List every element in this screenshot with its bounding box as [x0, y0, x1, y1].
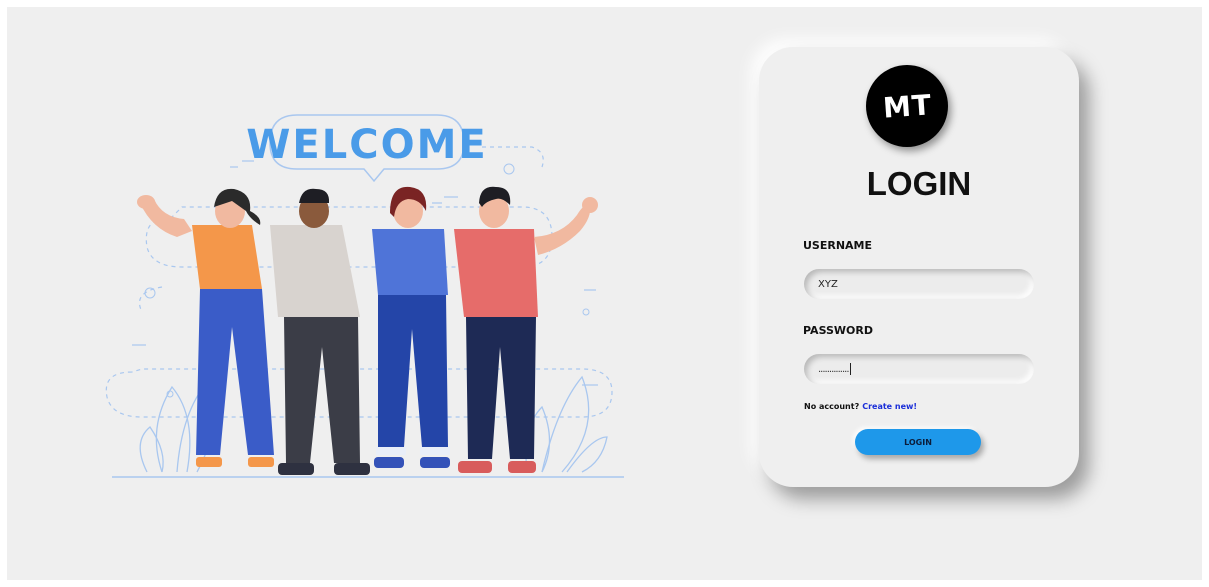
login-button[interactable]: LOGIN [855, 429, 981, 455]
login-card: MT LOGIN USERNAME XYZ PASSWORD .........… [759, 47, 1079, 487]
welcome-text: WELCOME [246, 122, 487, 168]
username-field[interactable]: XYZ [804, 269, 1034, 299]
brand-logo: MT [866, 65, 948, 147]
login-title: LOGIN [866, 165, 972, 202]
password-masked-value: .............. [818, 363, 850, 375]
welcome-illustration: WELCOME [102, 107, 632, 487]
password-label: PASSWORD [803, 324, 874, 337]
signup-prompt: No account? Create new! [804, 402, 917, 411]
create-account-link[interactable]: Create new! [862, 402, 917, 411]
username-value: XYZ [818, 278, 838, 290]
brand-logo-text: MT [881, 87, 933, 125]
page-background: WELCOME MT LOGIN USERNAME XYZ PASSWORD .… [7, 7, 1202, 580]
username-label: USERNAME [803, 239, 873, 252]
no-account-text: No account? [804, 402, 860, 411]
welcome-illustration-svg: WELCOME [105, 114, 624, 478]
text-caret [849, 363, 851, 375]
password-field[interactable]: .............. [804, 354, 1034, 384]
